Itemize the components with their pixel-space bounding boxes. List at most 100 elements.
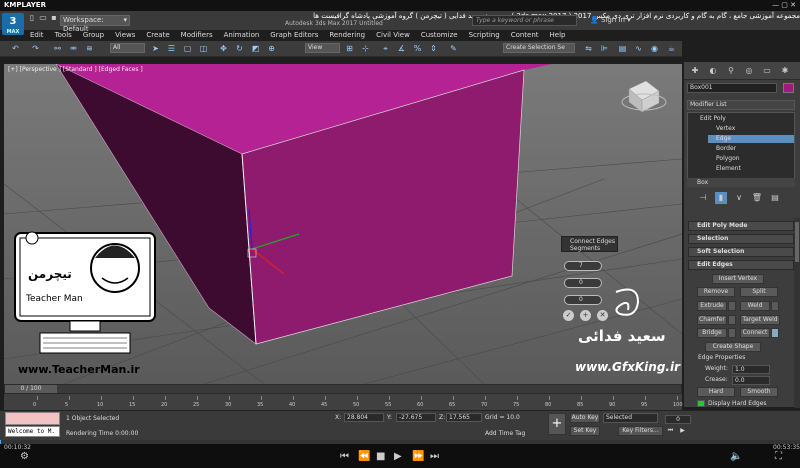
search-input[interactable]: Type a keyword or phrase [472,15,577,26]
edit-named-selection-icon[interactable]: ✎ [448,43,459,54]
stack-vertex[interactable]: Vertex [716,125,735,133]
previous-icon[interactable]: ⏮ [340,451,349,463]
display-tab-icon[interactable]: ▭ [761,65,773,77]
align-icon[interactable]: ⊫ [599,43,610,54]
welcome-prompt[interactable]: Welcome to M. [5,426,60,437]
rotate-icon[interactable]: ↻ [234,43,245,54]
extrude-settings-button[interactable] [728,301,736,311]
segments-field[interactable]: 7 [564,261,602,271]
menu-graph-editors[interactable]: Graph Editors [270,30,318,41]
unlink-icon[interactable]: ⚮ [68,43,79,54]
material-editor-icon[interactable]: ◉ [649,43,660,54]
selection-filter-dropdown[interactable]: All [110,43,145,53]
configure-sets-icon[interactable]: ▤ [769,192,781,204]
cancel-icon[interactable]: ✕ [597,310,608,321]
target-weld-button[interactable]: Target Weld [740,315,780,325]
play-icon[interactable]: ▶ [677,426,688,435]
rollout-soft-selection[interactable]: Soft Selection [688,247,794,257]
chamfer-settings-button[interactable] [728,315,736,325]
pivot-icon[interactable]: ⊞ [344,43,355,54]
stack-border[interactable]: Border [716,145,736,153]
bridge-button[interactable]: Bridge [697,328,727,338]
menu-animation[interactable]: Animation [224,30,260,41]
select-by-name-icon[interactable]: ☰ [166,43,177,54]
hard-button[interactable]: Hard [697,387,735,397]
scale-icon[interactable]: ◩ [250,43,261,54]
display-hard-edges-label[interactable]: Display Hard Edges [708,400,767,408]
show-end-result-icon[interactable]: ▮ [715,192,727,204]
stack-element[interactable]: Element [716,165,741,173]
stack-edge[interactable]: Edge [708,135,794,143]
percent-snap-icon[interactable]: % [412,43,423,54]
player-play-icon[interactable]: ▶ [394,451,402,463]
layer-explorer-icon[interactable]: ▤ [617,43,628,54]
reference-coordinate-dropdown[interactable]: View [305,43,340,53]
split-button[interactable]: Split [740,287,778,297]
next-icon[interactable]: ⏭ [430,451,439,463]
chamfer-button[interactable]: Chamfer [697,315,727,325]
menu-group[interactable]: Group [83,30,104,41]
go-to-start-icon[interactable]: ⏮ [665,426,676,435]
mirror-icon[interactable]: ⇋ [583,43,594,54]
menu-customize[interactable]: Customize [421,30,458,41]
z-coordinate[interactable]: 17.565 [446,413,482,422]
modify-tab-icon[interactable]: ◐ [707,65,719,77]
remove-modifier-icon[interactable]: 🗑 [751,192,763,204]
time-slider-thumb[interactable]: 0 / 100 [5,385,57,393]
menu-content[interactable]: Content [511,30,539,41]
named-selection-dropdown[interactable]: Create Selection Se [503,43,575,53]
y-coordinate[interactable]: -27.675 [396,413,436,422]
weld-settings-button[interactable] [771,301,779,311]
weld-button[interactable]: Weld [740,301,770,311]
insert-vertex-button[interactable]: Insert Vertex [712,274,764,284]
current-frame-field[interactable]: 0 [665,415,691,424]
crease-spinner[interactable]: 0.0 [732,376,770,385]
weight-spinner[interactable]: 1.0 [732,365,770,374]
render-icon[interactable]: ☕ [666,43,677,54]
menu-tools[interactable]: Tools [55,30,72,41]
stack-polygon[interactable]: Polygon [716,155,740,163]
volume-icon[interactable]: 🔈 [730,451,742,463]
pinch-field[interactable]: 0 [564,278,602,288]
display-hard-edges-color[interactable] [697,400,705,407]
redo-icon[interactable]: ↷ [30,43,41,54]
viewport-label[interactable]: [+] [Perspective ] [Standard ] [Edged Fa… [8,66,143,73]
modifier-list-dropdown[interactable]: Modifier List [687,100,795,110]
key-filters-button[interactable]: Key Filters... [618,426,663,436]
link-icon[interactable]: ⚯ [52,43,63,54]
time-slider-track[interactable] [4,384,682,394]
rectangular-selection-icon[interactable]: ▢ [182,43,193,54]
player-window-controls[interactable]: — ▢ ✕ [772,0,796,11]
menu-modifiers[interactable]: Modifiers [181,30,213,41]
new-file-icon[interactable]: ▯ [27,13,37,23]
make-unique-icon[interactable]: ∨ [733,192,745,204]
utilities-tab-icon[interactable]: ✱ [779,65,791,77]
spinner-snap-icon[interactable]: ⇕ [428,43,439,54]
move-icon[interactable]: ✥ [218,43,229,54]
menu-help[interactable]: Help [550,30,566,41]
fullscreen-icon[interactable]: ⛶ [775,451,782,463]
auto-key-button[interactable]: Auto Key [570,413,600,423]
object-name-field[interactable]: Box001 [687,83,777,93]
menu-edit[interactable]: Edit [30,30,44,41]
select-object-icon[interactable]: ➤ [150,43,161,54]
connect-button[interactable]: Connect [740,328,770,338]
create-tab-icon[interactable]: ✚ [689,65,701,77]
key-selection-dropdown[interactable]: Selected [603,413,658,423]
create-shape-button[interactable]: Create Shape [705,342,761,352]
x-coordinate[interactable]: 28.804 [344,413,384,422]
command-panel-scroll-thumb[interactable] [795,222,799,262]
menu-rendering[interactable]: Rendering [329,30,365,41]
sign-in-button[interactable]: 👤 Sign In ▾ [590,15,631,26]
place-icon[interactable]: ⊕ [266,43,277,54]
slide-field[interactable]: 0 [564,295,602,305]
menu-scripting[interactable]: Scripting [469,30,500,41]
set-key-button[interactable]: Set Key [570,426,600,436]
rewind-icon[interactable]: ⏪ [358,451,370,463]
set-key-icon[interactable]: + [548,413,566,435]
smooth-button[interactable]: Smooth [740,387,778,397]
app-menu-button[interactable]: 3 MAX [2,13,24,35]
stack-box[interactable]: Box [687,178,795,187]
bind-space-warp-icon[interactable]: ≋ [84,43,95,54]
player-progress-bar[interactable] [0,440,800,444]
